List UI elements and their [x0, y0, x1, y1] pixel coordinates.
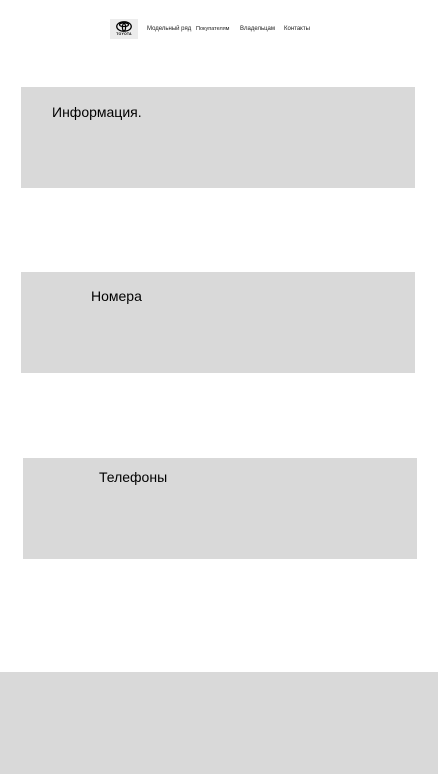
numbers-section: Номера [21, 272, 415, 373]
phones-section-title: Телефоны [99, 469, 168, 485]
logo-wordmark: TOYOTA [116, 32, 132, 36]
site-header: TOYOTA Модельный ряд Покупателям Владель… [0, 0, 438, 60]
nav-link-owners[interactable]: Владельцам [240, 25, 275, 33]
phones-section: Телефоны [23, 458, 417, 559]
page-footer [0, 672, 438, 774]
info-section-title: Информация. [52, 104, 142, 120]
toyota-logo[interactable]: TOYOTA [110, 19, 138, 39]
numbers-section-title: Номера [91, 288, 142, 304]
nav-link-contacts[interactable]: Контакты [284, 25, 310, 33]
info-section: Информация. [21, 87, 415, 188]
nav-link-model-range[interactable]: Модельный ряд [147, 25, 191, 33]
toyota-logo-icon [116, 21, 132, 32]
nav-link-buyers[interactable]: Покупателям [196, 25, 229, 33]
